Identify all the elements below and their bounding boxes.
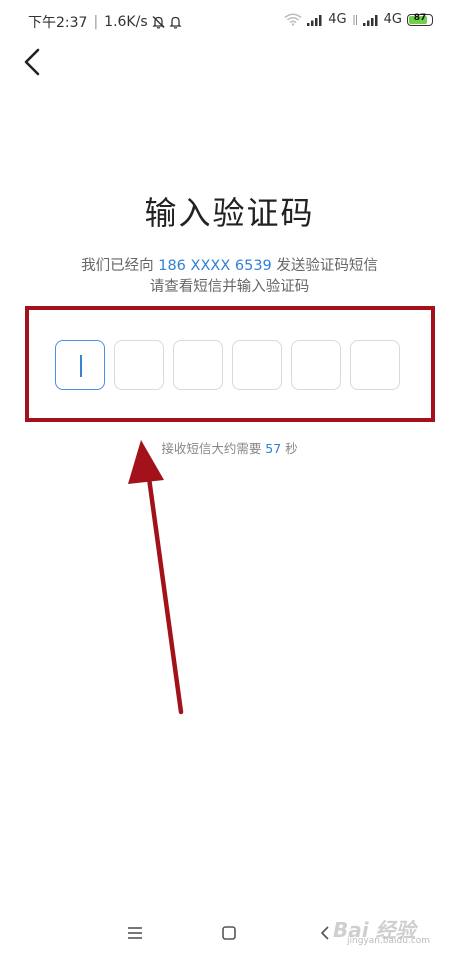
- phone-number: 186 XXXX 6539: [158, 258, 272, 274]
- countdown-seconds: 57: [265, 441, 282, 456]
- annotation-arrow-icon: [128, 440, 184, 715]
- status-right: 4G 4G 87: [284, 12, 433, 27]
- back-icon: [321, 926, 329, 940]
- text-cursor: [80, 355, 82, 377]
- signal-1-label: 4G: [328, 12, 347, 27]
- data-arrows-icon: [353, 14, 357, 25]
- subtitle-line-2: 请查看短信并输入验证码: [149, 279, 310, 295]
- alarm-icon: [169, 16, 182, 29]
- menu-icon: [128, 927, 142, 939]
- status-separator: |: [93, 14, 99, 30]
- signal-2-label: 4G: [383, 12, 402, 27]
- signal-icon: [362, 14, 378, 26]
- code-digit-box[interactable]: [55, 340, 105, 390]
- code-digit-box[interactable]: [291, 340, 341, 390]
- home-button[interactable]: [218, 922, 240, 944]
- status-left: 下午2:37 | 1.6K/s: [28, 12, 182, 32]
- nav-back-button[interactable]: [314, 922, 336, 944]
- code-digit-box[interactable]: [232, 340, 282, 390]
- subtitle-suffix: 发送验证码短信: [271, 258, 378, 274]
- menu-button[interactable]: [124, 922, 146, 944]
- signal-icon: [307, 14, 322, 26]
- countdown-prefix: 接收短信大约需要: [161, 441, 266, 456]
- subtitle-line-1: 我们已经向 186 XXXX 6539 发送验证码短信: [0, 256, 459, 277]
- code-digit-box[interactable]: [114, 340, 164, 390]
- status-bar: 下午2:37 | 1.6K/s 4G 4G 87: [0, 0, 459, 40]
- countdown-text: 接收短信大约需要 57 秒: [0, 438, 459, 457]
- back-button[interactable]: [18, 44, 50, 80]
- code-digit-box[interactable]: [173, 340, 223, 390]
- network-speed: 1.6K/s: [104, 14, 148, 30]
- home-icon: [222, 926, 236, 940]
- subtitle-prefix: 我们已经向: [81, 258, 159, 274]
- wifi-icon: [284, 13, 302, 26]
- status-time: 下午2:37: [28, 15, 88, 31]
- navigation-bar: [0, 910, 459, 956]
- chevron-left-icon: [24, 48, 40, 76]
- subtitle: 我们已经向 186 XXXX 6539 发送验证码短信 请查看短信并输入验证码: [0, 256, 459, 298]
- countdown-suffix: 秒: [281, 441, 298, 456]
- battery-icon: 87: [407, 12, 433, 26]
- mute-bell-icon: [152, 16, 165, 29]
- battery-level: 87: [413, 12, 427, 23]
- page-title: 输入验证码: [144, 194, 315, 232]
- verification-code-input: [55, 340, 400, 390]
- code-digit-box[interactable]: [350, 340, 400, 390]
